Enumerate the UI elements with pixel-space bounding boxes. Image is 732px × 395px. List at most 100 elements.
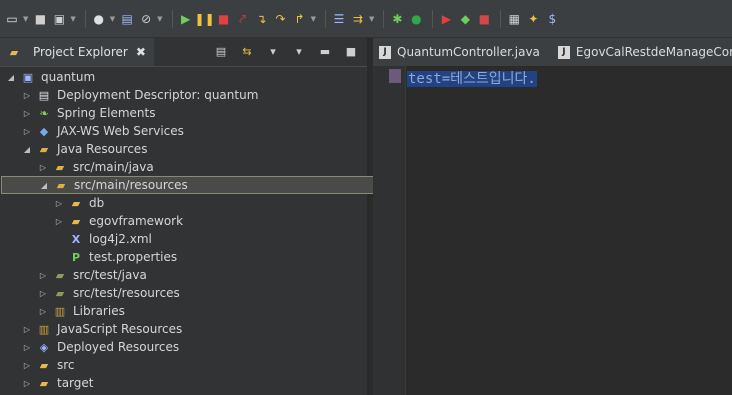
dropdown-arrow-icon[interactable]: ▼ — [369, 15, 374, 23]
tree-item[interactable]: ▷ ❧ Spring Elements — [0, 104, 388, 122]
collapsed-arrow-icon[interactable]: ▷ — [54, 217, 64, 226]
expanded-arrow-icon[interactable]: ◢ — [22, 145, 32, 154]
toolbar-separator — [432, 9, 434, 28]
collapsed-arrow-icon[interactable]: ▷ — [22, 91, 32, 100]
save-icon[interactable]: ■ — [32, 11, 48, 27]
view-menu-icon[interactable]: ▾ — [291, 43, 307, 59]
tree-item[interactable]: Xlog4j2.xml — [0, 230, 420, 248]
editor-tab-quantum-controller[interactable]: J QuantumController.java — [373, 38, 552, 66]
expanded-arrow-icon[interactable]: ◢ — [39, 181, 49, 190]
tree-item[interactable]: ▷ ▥ Libraries — [0, 302, 404, 320]
tree-item-label: Deployment Descriptor: quantum — [57, 88, 259, 102]
tree-item[interactable]: ▷ ◆ JAX-WS Web Services — [0, 122, 388, 140]
drop-to-frame-icon[interactable]: ☰ — [331, 11, 347, 27]
tree-item-label: JavaScript Resources — [57, 322, 183, 336]
expanded-arrow-icon[interactable]: ◢ — [6, 73, 16, 82]
run-icon[interactable]: ● — [408, 11, 424, 27]
tree-item[interactable]: ▷ ▰ db — [0, 194, 420, 212]
tree-item-label: src — [57, 358, 75, 372]
tree-item[interactable]: ▷ ▰ egovframework — [0, 212, 420, 230]
disconnect-icon[interactable]: ⤤ — [235, 11, 251, 27]
tree-item[interactable]: ▷ ▤ Deployment Descriptor: quantum — [0, 86, 388, 104]
tree-item[interactable]: Ptest.properties — [0, 248, 420, 266]
collapsed-arrow-icon[interactable]: ▷ — [22, 343, 32, 352]
collapsed-arrow-icon[interactable]: ▷ — [22, 361, 32, 370]
new-icon[interactable]: ▭ — [4, 11, 20, 27]
dropdown-arrow-icon[interactable]: ▼ — [311, 15, 316, 23]
tree-item[interactable]: ◢ ▰ Java Resources — [0, 140, 388, 158]
use-step-filters-icon[interactable]: ⇉ — [350, 11, 366, 27]
new-package-icon[interactable]: $ — [544, 11, 560, 27]
step-into-icon[interactable]: ↴ — [254, 11, 270, 27]
editor-tabbar: J QuantumController.java J EgovCalRestde… — [373, 38, 732, 67]
collapsed-arrow-icon[interactable]: ▷ — [22, 127, 32, 136]
new-java-project-icon[interactable]: ✦ — [525, 11, 541, 27]
link-with-editor-icon[interactable]: ⇆ — [239, 43, 255, 59]
tree-item[interactable]: ◢ ▰ src/main/resources — [1, 176, 403, 194]
stop-server-icon[interactable]: ■ — [476, 11, 492, 27]
dropdown-arrow-icon[interactable]: ▼ — [157, 15, 162, 23]
collapsed-arrow-icon[interactable]: ▷ — [22, 109, 32, 118]
dropdown-arrow-icon[interactable]: ▼ — [110, 15, 115, 23]
terminate-icon[interactable]: ■ — [216, 11, 232, 27]
minimize-icon[interactable]: ▬ — [317, 43, 333, 59]
tree-item[interactable]: ▷ ◈ Deployed Resources — [0, 338, 388, 356]
step-return-icon[interactable]: ↱ — [292, 11, 308, 27]
profile-icon[interactable]: ● — [91, 11, 107, 27]
collapsed-arrow-icon[interactable]: ▷ — [22, 379, 32, 388]
tree-item-label: JAX-WS Web Services — [57, 124, 184, 138]
deployment-descriptor-icon: ▤ — [38, 88, 50, 102]
source-folder-icon: ▰ — [55, 268, 65, 282]
project-explorer-panel: ▰ Project Explorer ✖ ▤ ⇆ ▾ ▾ ▬ ■ ◢ ▣ quant… — [0, 38, 403, 395]
collapsed-arrow-icon[interactable]: ▷ — [38, 289, 48, 298]
collapse-all-icon[interactable]: ▤ — [213, 43, 229, 59]
collapsed-arrow-icon[interactable]: ▷ — [22, 325, 32, 334]
collapsed-arrow-icon[interactable]: ▷ — [38, 271, 48, 280]
collapsed-arrow-icon[interactable]: ▷ — [38, 307, 48, 316]
tree-item[interactable]: ▷ ▰ src/test/resources — [0, 284, 404, 302]
toolbar-separator — [84, 9, 86, 28]
editor-tab-egov-cal-restde[interactable]: J EgovCalRestdeManageContro — [552, 38, 732, 66]
tree-item-label: quantum — [41, 70, 96, 84]
close-icon[interactable]: ✖ — [136, 45, 146, 59]
spring-icon: ❧ — [39, 106, 49, 120]
tree-item[interactable]: ▷ ▰ target — [0, 374, 388, 392]
maximize-icon[interactable]: ■ — [343, 43, 359, 59]
line-marker — [389, 69, 401, 83]
tree-item-label: src/main/resources — [74, 178, 188, 192]
tree-item[interactable]: ◢ ▣ quantum — [0, 68, 372, 86]
save-all-icon[interactable]: ▣ — [51, 11, 67, 27]
deployed-resources-icon: ◈ — [39, 340, 49, 354]
toolbar-separator — [500, 9, 502, 28]
resume-icon[interactable]: ▶ — [178, 11, 194, 27]
tree-item[interactable]: ▷ ▥ JavaScript Resources — [0, 320, 388, 338]
skip-breakpoints-icon[interactable]: ⊘ — [138, 11, 154, 27]
editor-text[interactable]: test=테스트입니다. — [407, 68, 537, 88]
tree-item-label: test.properties — [89, 250, 178, 264]
toolbar-separator — [383, 9, 385, 28]
tree-item[interactable]: ▷ ▰ src/main/java — [0, 158, 404, 176]
filter-icon[interactable]: ▾ — [265, 43, 281, 59]
tree-item[interactable]: ▷ ▰ src — [0, 356, 388, 374]
tree-item[interactable]: ▷ ▰ src/test/java — [0, 266, 404, 284]
dropdown-arrow-icon[interactable]: ▼ — [70, 15, 75, 23]
terminal-icon[interactable]: ▤ — [119, 11, 135, 27]
dropdown-arrow-icon[interactable]: ▼ — [23, 15, 28, 23]
toolbar-separator — [171, 9, 173, 28]
open-perspective-icon[interactable]: ▦ — [506, 11, 522, 27]
tree-item-label: db — [89, 196, 105, 210]
step-over-icon[interactable]: ↷ — [273, 11, 289, 27]
collapsed-arrow-icon[interactable]: ▷ — [54, 199, 64, 208]
coverage-icon[interactable]: ◆ — [457, 11, 473, 27]
project-icon: ▣ — [22, 70, 34, 84]
collapsed-arrow-icon[interactable]: ▷ — [38, 163, 48, 172]
run-last-tool-icon[interactable]: ▶ — [438, 11, 454, 27]
editor-tab-label: QuantumController.java — [397, 45, 540, 59]
tree-item-label: log4j2.xml — [89, 232, 152, 246]
suspend-icon[interactable]: ❚❚ — [195, 11, 215, 27]
editor-tab-label: EgovCalRestdeManageContro — [575, 45, 732, 59]
project-explorer-tab[interactable]: ▰ Project Explorer ✖ — [0, 38, 154, 66]
debug-icon[interactable]: ✱ — [389, 11, 405, 27]
tree-item-label: Deployed Resources — [57, 340, 180, 354]
project-explorer-icon: ▰ — [9, 45, 19, 59]
